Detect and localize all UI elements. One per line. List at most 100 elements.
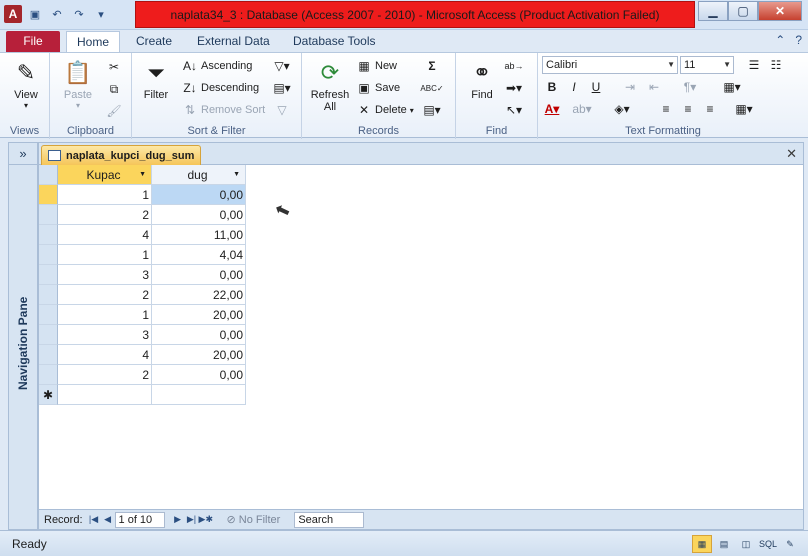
table-cell[interactable]: 3 xyxy=(58,325,152,345)
undo-icon[interactable]: ↶ xyxy=(48,5,66,23)
tab-create[interactable]: Create xyxy=(126,31,182,52)
close-window-button[interactable]: ✕ xyxy=(758,1,802,21)
align-right-button[interactable]: ≡ xyxy=(700,100,720,118)
row-selector[interactable] xyxy=(39,305,58,325)
nav-pane-toggle[interactable]: » xyxy=(9,143,37,165)
customize-qat-icon[interactable]: ▾ xyxy=(92,5,110,23)
access-app-icon[interactable]: A xyxy=(4,5,22,23)
datasheet-view-icon[interactable]: ▦ xyxy=(692,535,712,553)
alternate-row-color-button[interactable]: ▦▾ xyxy=(734,100,754,118)
help-icon[interactable]: ? xyxy=(795,33,802,47)
table-cell[interactable]: 0,00 xyxy=(152,205,246,225)
row-selector[interactable] xyxy=(39,265,58,285)
bullets-button[interactable]: ☰ xyxy=(744,56,764,74)
pivottable-view-icon[interactable]: ▤ xyxy=(714,535,734,553)
table-cell[interactable]: 20,00 xyxy=(152,305,246,325)
totals-button[interactable]: Σ xyxy=(424,56,440,76)
advanced-filter-button[interactable]: ▤▾ xyxy=(273,78,290,98)
ascending-button[interactable]: A↓ Ascending xyxy=(182,56,252,76)
find-button[interactable]: ⚭ Find xyxy=(466,57,498,101)
table-cell[interactable]: 2 xyxy=(58,285,152,305)
design-view-icon[interactable]: ✎ xyxy=(780,535,800,553)
underline-button[interactable]: U xyxy=(586,78,606,96)
copy-button[interactable]: ⧉ xyxy=(106,79,122,99)
italic-button[interactable]: I xyxy=(564,78,584,96)
bold-button[interactable]: B xyxy=(542,78,562,96)
replace-button[interactable]: ab→ xyxy=(505,56,524,76)
table-cell[interactable]: 4 xyxy=(58,225,152,245)
descending-button[interactable]: Z↓ Descending xyxy=(182,78,259,98)
next-record-icon[interactable]: ▶ xyxy=(171,514,185,525)
row-selector[interactable] xyxy=(39,365,58,385)
cut-button[interactable]: ✂ xyxy=(106,57,122,77)
view-button[interactable]: ✎ View ▾ xyxy=(10,57,42,110)
navigation-pane[interactable]: » Navigation Pane xyxy=(8,142,38,530)
table-cell[interactable]: 2 xyxy=(58,365,152,385)
more-records-button[interactable]: ▤▾ xyxy=(423,100,440,120)
select-all-corner[interactable] xyxy=(39,165,58,185)
new-record-button[interactable]: ▦ New xyxy=(356,56,397,76)
row-selector[interactable] xyxy=(39,205,58,225)
table-cell[interactable]: 1 xyxy=(58,305,152,325)
fill-color-button[interactable]: ◈▾ xyxy=(612,100,632,118)
tab-database-tools[interactable]: Database Tools xyxy=(283,31,386,52)
sql-view-button[interactable]: SQL xyxy=(758,535,778,553)
column-header-kupac[interactable]: Kupac ▼ xyxy=(58,165,152,185)
new-record-marker[interactable]: ✱ xyxy=(39,385,58,405)
table-cell[interactable] xyxy=(58,385,152,405)
delete-record-button[interactable]: ✕ Delete ▾ xyxy=(356,100,414,120)
table-cell[interactable]: 4,04 xyxy=(152,245,246,265)
font-name-combo[interactable]: Calibri ▼ xyxy=(542,56,678,74)
gridlines-button[interactable]: ▦▾ xyxy=(722,78,742,96)
column-header-dug[interactable]: dug ▼ xyxy=(152,165,246,185)
table-cell[interactable]: 0,00 xyxy=(152,325,246,345)
table-cell[interactable]: 2 xyxy=(58,205,152,225)
highlight-button[interactable]: ab▾ xyxy=(572,100,592,118)
save-icon[interactable]: ▣ xyxy=(26,5,44,23)
table-cell[interactable]: 0,00 xyxy=(152,365,246,385)
last-record-icon[interactable]: ▶| xyxy=(185,514,199,525)
minimize-button[interactable]: ▁ xyxy=(698,1,728,21)
refresh-all-button[interactable]: ⟳ Refresh All xyxy=(308,57,352,113)
table-cell[interactable]: 0,00 xyxy=(152,185,246,205)
table-cell[interactable]: 0,00 xyxy=(152,265,246,285)
align-center-button[interactable]: ≡ xyxy=(678,100,698,118)
row-selector[interactable] xyxy=(39,245,58,265)
tab-external-data[interactable]: External Data xyxy=(187,31,280,52)
table-cell[interactable]: 22,00 xyxy=(152,285,246,305)
column-dropdown-icon[interactable]: ▼ xyxy=(139,171,146,178)
numbering-button[interactable]: ☷ xyxy=(766,56,786,74)
new-record-nav-icon[interactable]: ▶✱ xyxy=(199,514,213,525)
redo-icon[interactable]: ↷ xyxy=(70,5,88,23)
spelling-button[interactable]: ABC✓ xyxy=(420,78,443,98)
row-selector[interactable] xyxy=(39,185,58,205)
table-cell[interactable]: 1 xyxy=(58,245,152,265)
close-document-icon[interactable]: ✕ xyxy=(786,146,797,162)
go-to-button[interactable]: ➡▾ xyxy=(506,78,522,98)
pivotchart-view-icon[interactable]: ◫ xyxy=(736,535,756,553)
table-cell[interactable]: 20,00 xyxy=(152,345,246,365)
record-position-input[interactable]: 1 of 10 xyxy=(114,511,165,528)
save-record-button[interactable]: ▣ Save xyxy=(356,78,400,98)
filter-indicator[interactable]: ⊘ No Filter xyxy=(227,513,281,527)
format-painter-button[interactable]: 🖌 xyxy=(106,101,122,121)
outdent-button[interactable]: ⇤ xyxy=(644,78,664,96)
row-selector[interactable] xyxy=(39,225,58,245)
table-cell[interactable]: 4 xyxy=(58,345,152,365)
row-selector[interactable] xyxy=(39,345,58,365)
font-size-combo[interactable]: 11 ▼ xyxy=(680,56,734,74)
table-cell[interactable]: 11,00 xyxy=(152,225,246,245)
paste-button[interactable]: 📋 Paste ▾ xyxy=(62,57,94,110)
table-cell[interactable] xyxy=(152,385,246,405)
row-selector[interactable] xyxy=(39,285,58,305)
first-record-icon[interactable]: |◀ xyxy=(87,514,101,525)
column-dropdown-icon[interactable]: ▼ xyxy=(233,171,240,178)
font-color-button[interactable]: A▾ xyxy=(542,100,562,118)
selection-filter-button[interactable]: ▽▾ xyxy=(274,56,290,76)
search-input[interactable]: Search xyxy=(294,511,365,528)
maximize-button[interactable]: ▢ xyxy=(728,1,758,21)
query-tab[interactable]: naplata_kupci_dug_sum xyxy=(41,145,201,165)
remove-sort-button[interactable]: ⇅ Remove Sort xyxy=(182,100,265,120)
toggle-filter-button[interactable]: ▽ xyxy=(274,100,290,120)
paragraph-button[interactable]: ¶▾ xyxy=(680,78,700,96)
